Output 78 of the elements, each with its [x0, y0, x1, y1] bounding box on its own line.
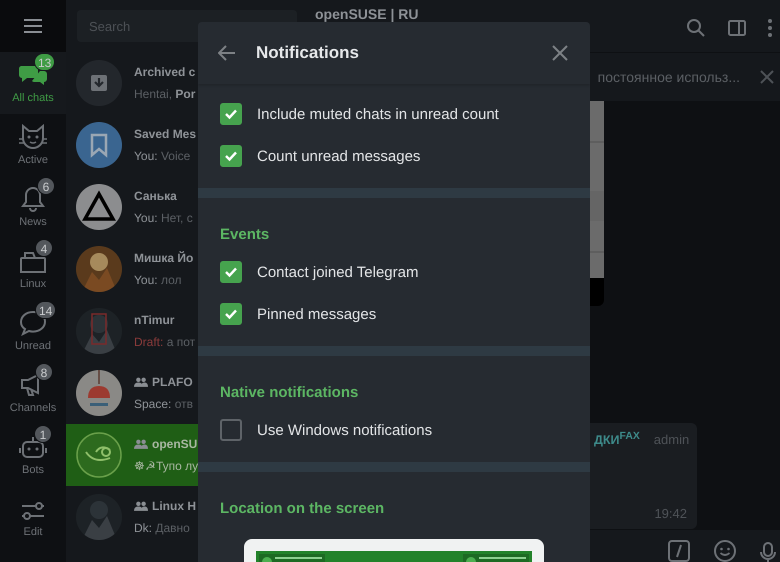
triangle-avatar	[76, 184, 122, 230]
chat-title: openSUSE | RU	[315, 6, 418, 22]
unread-badge: 6	[37, 177, 55, 195]
sidebar-icon[interactable]	[728, 20, 746, 36]
menu-icon	[24, 19, 42, 33]
folder-tab[interactable]: 1 Bots	[0, 424, 66, 486]
sender-name: You:	[134, 211, 158, 225]
section-title: Events	[220, 225, 270, 245]
checkbox-label: Include muted chats in unread count	[257, 106, 499, 122]
bookmark-icon	[76, 122, 122, 168]
section-title: Native notifications	[220, 383, 360, 403]
folder-tab[interactable]: 14 Unread	[0, 300, 66, 362]
checkbox[interactable]	[220, 419, 242, 441]
message-preview: а пот	[166, 335, 196, 349]
emoji-icon[interactable]	[714, 540, 736, 562]
message-preview: лол	[160, 273, 182, 287]
unread-badge: 8	[35, 363, 53, 381]
checkbox-label: Pinned messages	[257, 306, 376, 322]
folder-tab[interactable]: 8 Channels	[0, 362, 66, 424]
lamp-avatar	[76, 370, 122, 416]
folder-tab[interactable]: Edit	[0, 486, 66, 548]
checkbox[interactable]	[220, 261, 242, 283]
dialog-title: Notifications	[256, 43, 360, 63]
more-icon[interactable]	[768, 19, 772, 37]
message-preview: Давно	[155, 521, 190, 535]
unread-badge: 1	[34, 425, 52, 443]
sender-name: Space:	[134, 397, 172, 411]
sender-name: You:	[134, 149, 158, 163]
microphone-icon[interactable]	[760, 542, 776, 562]
sliders-icon	[20, 500, 46, 522]
chat-name: openSU	[152, 437, 198, 451]
checkmark-icon	[224, 308, 238, 320]
checkbox[interactable]	[220, 303, 242, 325]
checkbox-row[interactable]: Include muted chats in unread count	[220, 93, 590, 135]
chat-name: Мишка Йо	[134, 251, 194, 265]
draft-label: Draft:	[134, 335, 164, 349]
chat-name: Saved Mes	[134, 127, 196, 141]
sender-name: You:	[134, 273, 158, 287]
unread-badge: 4	[35, 239, 53, 257]
command-icon[interactable]	[668, 540, 690, 562]
checkbox[interactable]	[220, 145, 242, 167]
archive-icon	[76, 60, 122, 106]
checkbox-label: Count unread messages	[257, 148, 420, 164]
chat-name: nTimur	[134, 313, 174, 327]
checkbox-label: Contact joined Telegram	[257, 264, 418, 280]
chat-name: Санька	[134, 189, 177, 203]
sender-name: Dk:	[134, 521, 152, 535]
folder-tab[interactable]: Active	[0, 114, 66, 176]
message-preview: отв	[174, 397, 193, 411]
back-arrow-icon[interactable]	[218, 45, 236, 61]
folder-tab[interactable]: 6 News	[0, 176, 66, 238]
checkmark-icon	[224, 266, 238, 278]
chat-name: Archived c	[134, 65, 196, 79]
message-preview: Hentai, Por	[134, 87, 196, 101]
checkbox-row[interactable]: Contact joined Telegram	[220, 251, 590, 293]
checkbox[interactable]	[220, 103, 242, 125]
unread-badge: 13	[34, 53, 56, 71]
unread-badge: 14	[35, 301, 56, 319]
menu-button[interactable]	[0, 0, 66, 52]
cat-icon	[19, 124, 47, 150]
message-preview: Voice	[160, 149, 190, 163]
message-preview: Нет, с	[160, 211, 193, 225]
section-title: Location on the screen	[220, 499, 386, 519]
close-icon[interactable]	[760, 70, 774, 84]
search-icon[interactable]	[686, 18, 706, 38]
close-icon[interactable]	[552, 45, 568, 61]
folder-tab[interactable]: 13 All chats	[0, 52, 66, 114]
folder-tab[interactable]: 4 Linux	[0, 238, 66, 300]
author-name: ДКИ$^{FAX}$	[594, 431, 640, 448]
checkmark-icon	[224, 150, 238, 162]
checkbox-row[interactable]: Count unread messages	[220, 135, 590, 177]
checkbox-row[interactable]: Pinned messages	[220, 293, 590, 335]
message-preview: ☸☭Тупо лу	[134, 459, 198, 473]
chat-name: PLAFO	[152, 375, 193, 389]
pinned-message: постоянное использ...	[598, 69, 740, 85]
bell-icon	[21, 186, 45, 212]
checkmark-icon	[224, 108, 238, 120]
chat-name: Linux H	[152, 499, 196, 513]
